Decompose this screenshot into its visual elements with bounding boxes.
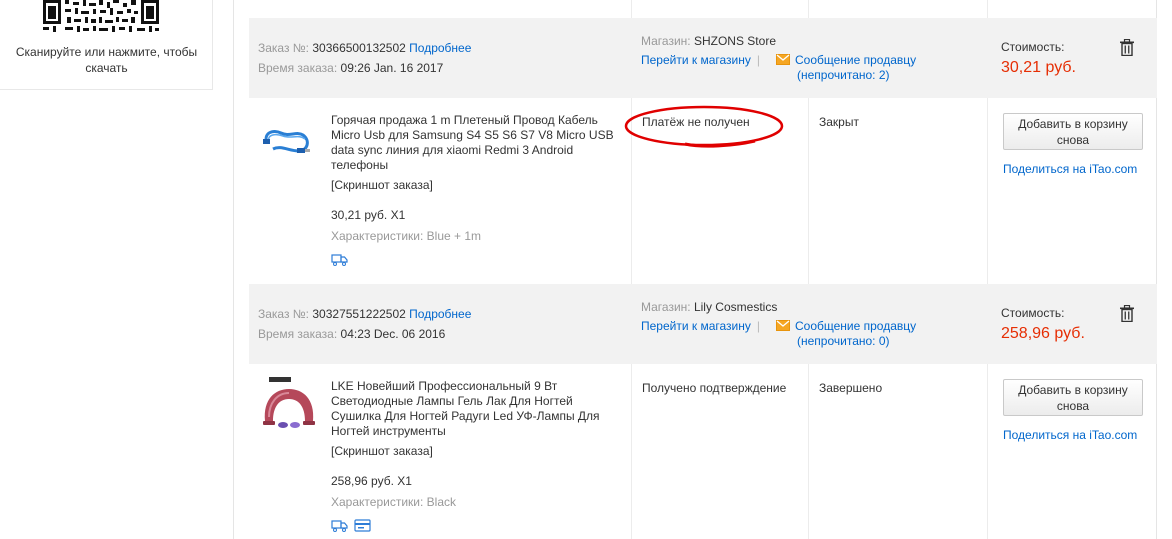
- product-title-link[interactable]: LKE Новейший Профессиональный 9 Вт Свето…: [331, 379, 600, 438]
- unit-price: 30,21 руб. X1: [331, 208, 406, 222]
- order-meta: Заказ №: 30366500132502 Подробнее Время …: [258, 38, 471, 78]
- store-name: Lily Cosmestics: [693, 300, 778, 314]
- product-title-link[interactable]: Горячая продажа 1 m Плетеный Провод Кабе…: [331, 113, 614, 172]
- product-characteristics: Характеристики: Black: [331, 495, 456, 509]
- order-meta: Заказ №: 30327551222502 Подробнее Время …: [258, 304, 471, 344]
- order-screenshot-link[interactable]: [Скриншот заказа]: [331, 444, 433, 458]
- mail-icon: [776, 320, 790, 331]
- order-status: Завершено: [819, 381, 883, 395]
- trash-icon[interactable]: [1119, 305, 1135, 322]
- qr-caption: Сканируйте или нажмите, чтобы скачать: [15, 45, 198, 75]
- column-divider: [987, 0, 988, 18]
- product-info: Горячая продажа 1 m Плетеный Провод Кабе…: [331, 113, 621, 267]
- add-to-cart-again-button[interactable]: Добавить в корзину снова: [1003, 113, 1143, 150]
- payment-status: Получено подтверждение: [642, 381, 787, 395]
- cost-label: Стоимость:: [1001, 306, 1065, 320]
- order-time: 04:23 Dec. 06 2016: [340, 327, 446, 341]
- message-seller-link[interactable]: Сообщение продавцу: [795, 53, 916, 67]
- content-border-left: [233, 0, 234, 539]
- go-to-store-link[interactable]: Перейти к магазину: [641, 53, 751, 67]
- app-download-panel: Сканируйте или нажмите, чтобы скачать: [0, 0, 213, 90]
- order-number: 30327551222502: [312, 307, 406, 321]
- order-details-link[interactable]: Подробнее: [409, 41, 471, 55]
- unread-count: (непрочитано: 0): [797, 334, 890, 348]
- payment-status: Платёж не получен: [642, 115, 750, 129]
- message-seller[interactable]: Сообщение продавцу (непрочитано: 0): [776, 319, 916, 349]
- qr-code-icon[interactable]: [41, 0, 161, 33]
- order-number-label: Заказ №:: [258, 307, 310, 321]
- order-time: 09:26 Jan. 16 2017: [340, 61, 444, 75]
- store-label: Магазин:: [641, 34, 691, 48]
- share-itao: Поделиться на iTao.com: [1003, 427, 1137, 443]
- mail-icon: [776, 54, 790, 65]
- share-itao: Поделиться на iTao.com: [1003, 161, 1137, 177]
- link-separator: |: [756, 319, 760, 333]
- store-info: Магазин: SHZONS Store Перейти к магазину…: [641, 33, 916, 82]
- store-label: Магазин:: [641, 300, 691, 314]
- order-details-link[interactable]: Подробнее: [409, 307, 471, 321]
- share-itao-link[interactable]: Поделиться на iTao.com: [1003, 428, 1137, 442]
- cost-value: 258,96 руб.: [1001, 325, 1085, 342]
- order-number-label: Заказ №:: [258, 41, 310, 55]
- trash-icon[interactable]: [1119, 39, 1135, 56]
- order-number: 30366500132502: [312, 41, 406, 55]
- cost-value: 30,21 руб.: [1001, 59, 1076, 76]
- unread-count: (непрочитано: 2): [797, 68, 890, 82]
- order-time-label: Время заказа:: [258, 61, 338, 75]
- product-image-nail-lamp[interactable]: [259, 377, 319, 437]
- go-to-store-link[interactable]: Перейти к магазину: [641, 319, 751, 333]
- order-body: LKE Новейший Профессиональный 9 Вт Свето…: [249, 364, 1157, 539]
- link-separator: |: [756, 53, 760, 67]
- cost-label: Стоимость:: [1001, 40, 1065, 54]
- order-cost: Стоимость: 30,21 руб.: [1001, 39, 1076, 78]
- unit-price: 258,96 руб. X1: [331, 474, 412, 488]
- order-time-label: Время заказа:: [258, 327, 338, 341]
- truck-icon: [331, 520, 348, 532]
- order-screenshot-link[interactable]: [Скриншот заказа]: [331, 178, 433, 192]
- message-seller-link[interactable]: Сообщение продавцу: [795, 319, 916, 333]
- product-info: LKE Новейший Профессиональный 9 Вт Свето…: [331, 379, 621, 533]
- order-cost: Стоимость: 258,96 руб.: [1001, 305, 1085, 344]
- product-image-cable[interactable]: [259, 111, 319, 171]
- column-divider: [631, 0, 632, 18]
- order-status: Закрыт: [819, 115, 859, 129]
- order-header: Заказ №: 30327551222502 Подробнее Время …: [249, 284, 1157, 364]
- share-itao-link[interactable]: Поделиться на iTao.com: [1003, 162, 1137, 176]
- card-icon: [354, 519, 371, 532]
- message-seller[interactable]: Сообщение продавцу (непрочитано: 2): [776, 53, 916, 83]
- order-header: Заказ №: 30366500132502 Подробнее Время …: [249, 18, 1157, 98]
- add-to-cart-again-button[interactable]: Добавить в корзину снова: [1003, 379, 1143, 416]
- store-name: SHZONS Store: [693, 34, 776, 48]
- column-divider: [808, 0, 809, 18]
- store-info: Магазин: Lily Cosmestics Перейти к магаз…: [641, 299, 916, 348]
- truck-icon: [331, 254, 348, 266]
- product-characteristics: Характеристики: Blue + 1m: [331, 229, 482, 243]
- order-body: Горячая продажа 1 m Плетеный Провод Кабе…: [249, 98, 1157, 284]
